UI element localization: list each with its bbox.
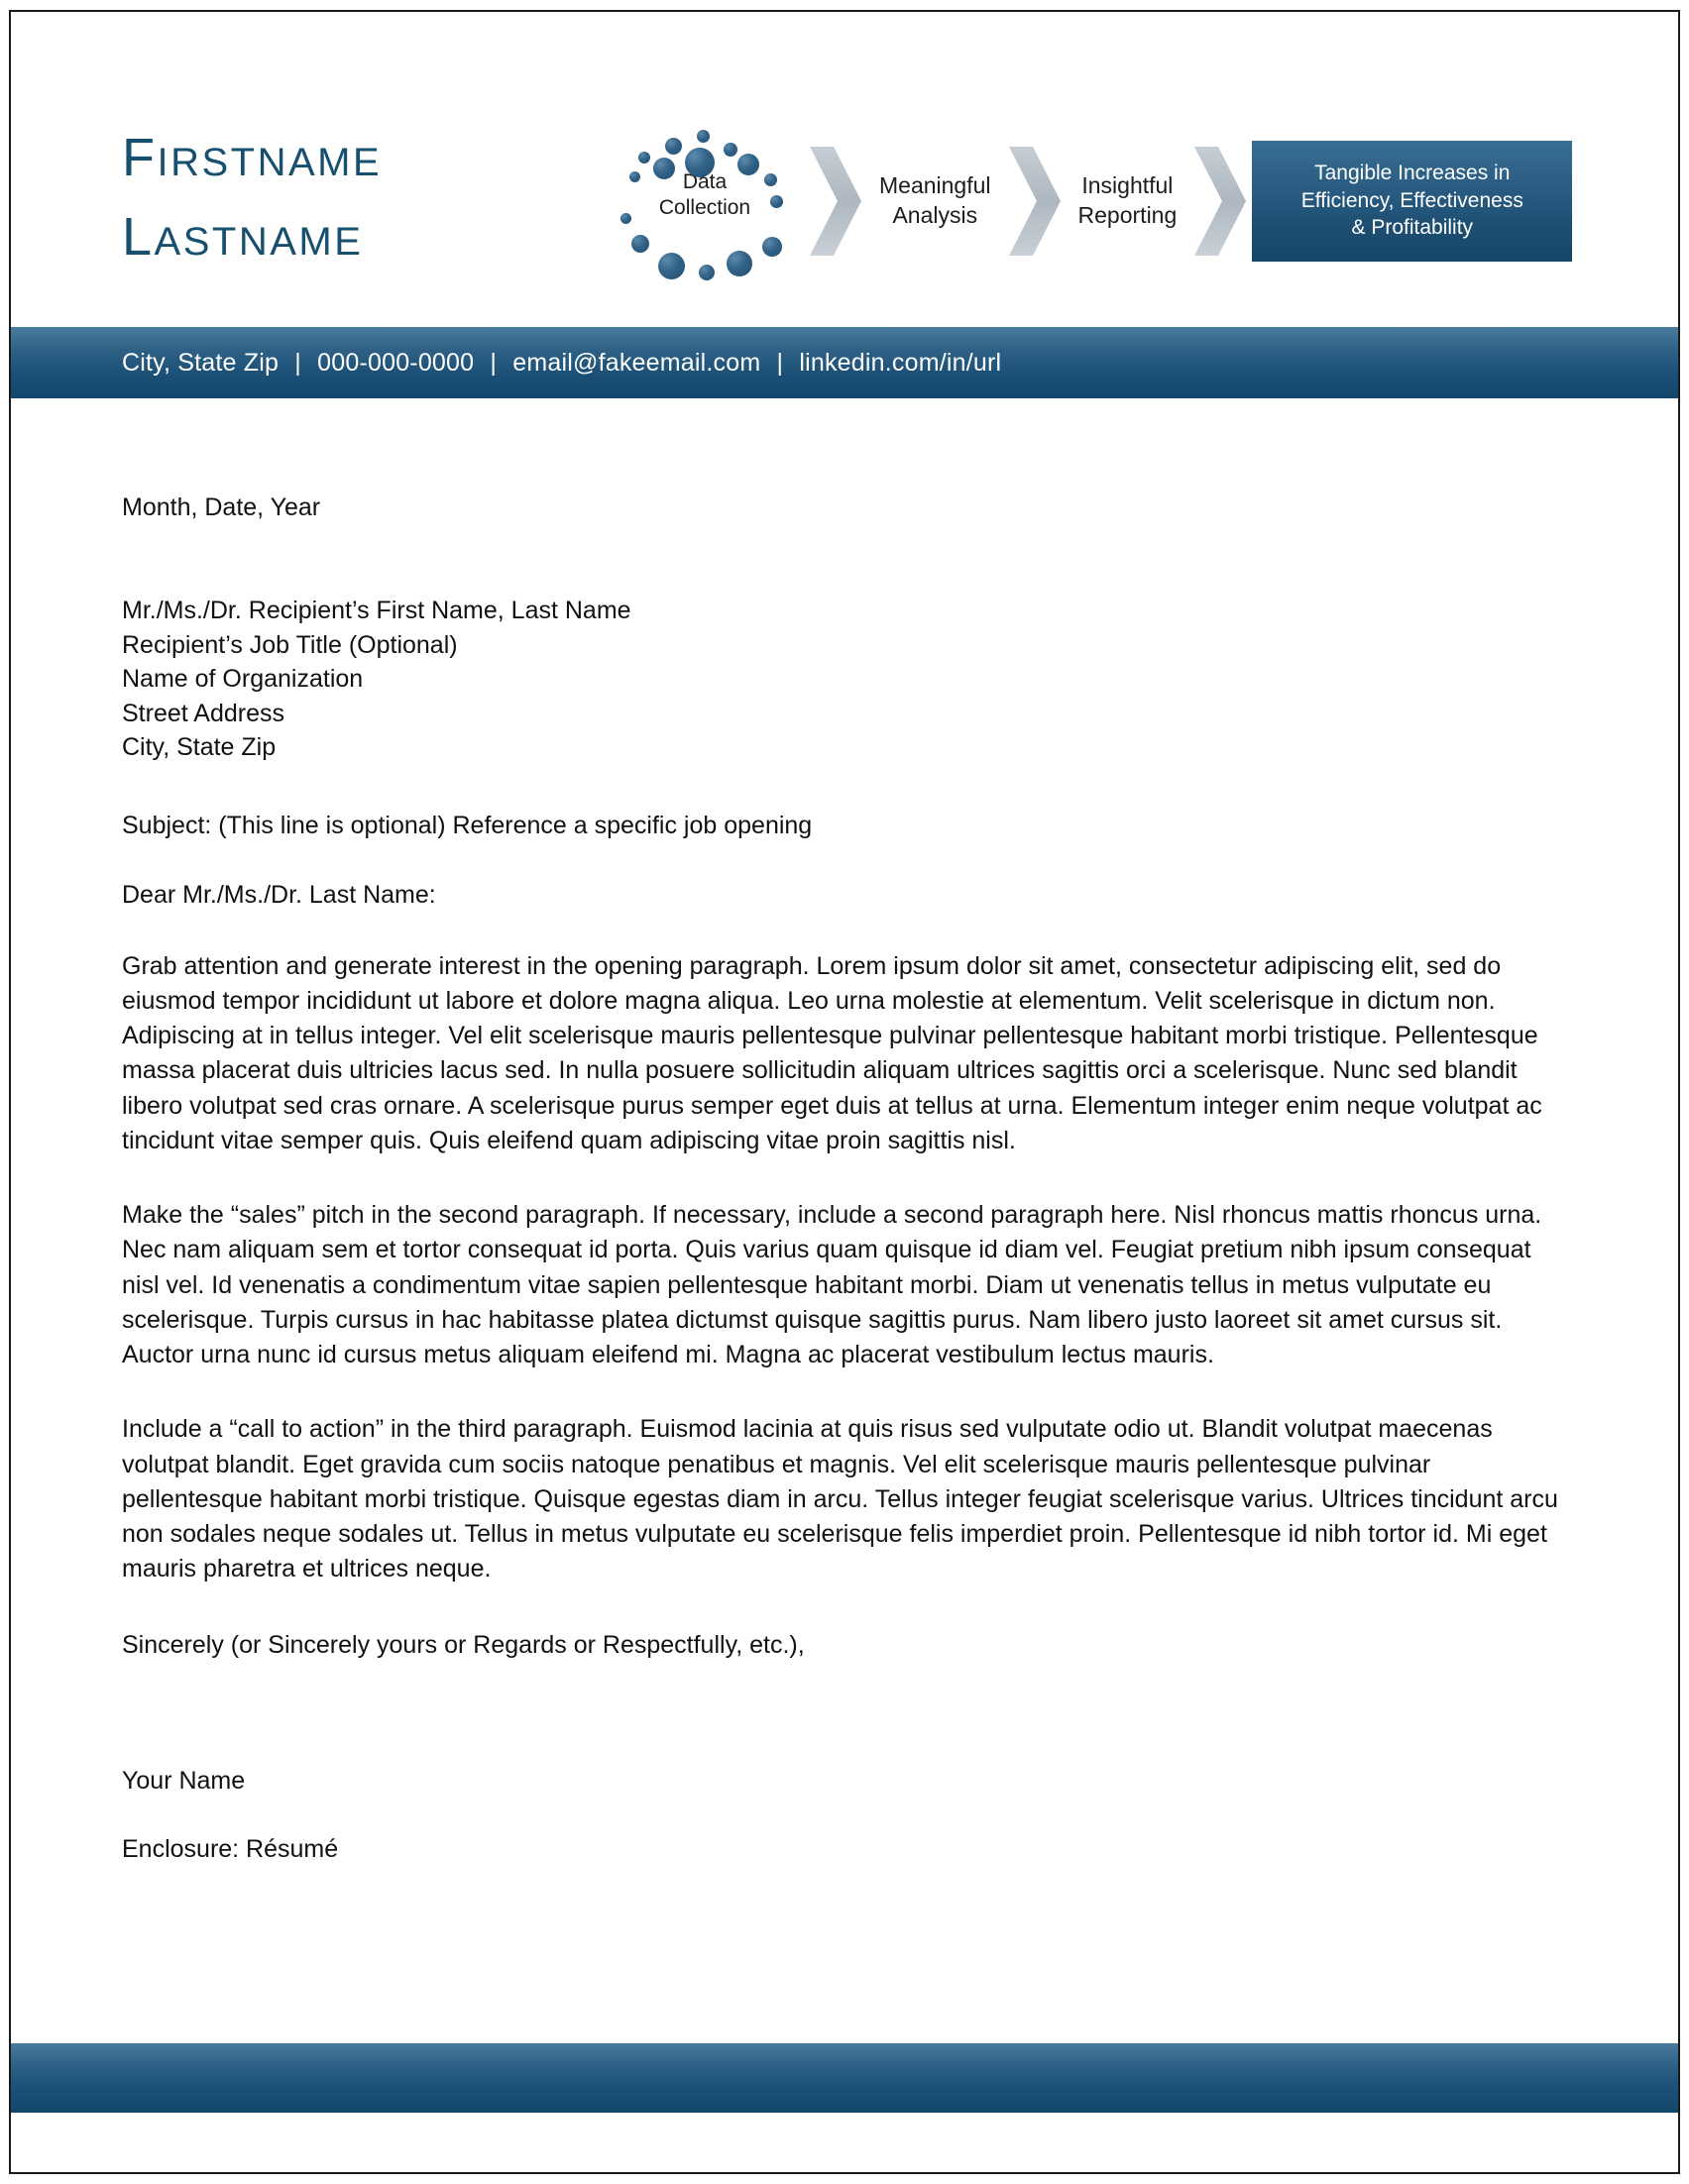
recipient-address-block: Mr./Ms./Dr. Recipient’s First Name, Last… [122, 594, 1561, 765]
name-block: FIRSTNAME LASTNAME [122, 131, 382, 264]
contact-bar-inner: City, State Zip | 000-000-0000 | email@f… [11, 349, 1001, 378]
recipient-job-title: Recipient’s Job Title (Optional) [122, 630, 458, 659]
recipient-street: Street Address [122, 699, 284, 727]
letter-header: FIRSTNAME LASTNAME Data Collection Meani… [11, 12, 1678, 327]
signature-name: Your Name [122, 1766, 246, 1795]
last-name: LASTNAME [122, 207, 364, 267]
chevron-arrow-icon [1192, 143, 1248, 260]
footer-bar [11, 2043, 1678, 2113]
recipient-city-state-zip: City, State Zip [122, 733, 277, 761]
ring-dot [762, 236, 782, 257]
ring-dot [770, 194, 783, 208]
subject-line: Subject: (This line is optional) Referen… [122, 811, 813, 839]
ring-dot [699, 264, 715, 280]
chevron-arrow-icon [808, 143, 863, 260]
letter-date: Month, Date, Year [122, 493, 321, 521]
contact-separator: | [776, 348, 784, 377]
first-name: FIRSTNAME [122, 128, 383, 187]
contact-bar: City, State Zip | 000-000-0000 | email@f… [11, 327, 1678, 398]
chevron-arrow-icon [1007, 143, 1063, 260]
contact-email[interactable]: email@fakeemail.com [512, 349, 760, 377]
recipient-organization: Name of Organization [122, 665, 364, 693]
ring-dot [653, 157, 675, 179]
contact-separator: | [294, 348, 301, 377]
result-line3: & Profitability [1351, 216, 1474, 240]
result-line2: Efficiency, Effectiveness [1300, 188, 1523, 212]
body-paragraph-3: Include a “call to action” in the third … [122, 1415, 1558, 1583]
process-graphic: Data Collection Meaningful Analysis Insi… [606, 126, 1573, 280]
salutation-line: Dear Mr./Ms./Dr. Last Name: [122, 880, 436, 909]
ring-dot [631, 234, 649, 253]
ring-dot [658, 252, 685, 279]
step2-line2: Analysis [892, 201, 978, 228]
ring-dot [620, 212, 631, 224]
body-paragraph-2: Make the “sales” pitch in the second par… [122, 1201, 1542, 1368]
ring-dot [697, 129, 710, 143]
closing-line: Sincerely (or Sincerely yours or Regards… [122, 1630, 805, 1659]
data-collection-dot-ring: Data Collection [606, 126, 804, 280]
recipient-name: Mr./Ms./Dr. Recipient’s First Name, Last… [122, 597, 631, 624]
contact-phone[interactable]: 000-000-0000 [317, 349, 474, 377]
enclosure-line: Enclosure: Résumé [122, 1834, 339, 1863]
contact-location: City, State Zip [122, 348, 280, 377]
ring-dot [724, 142, 737, 157]
letter-page: FIRSTNAME LASTNAME Data Collection Meani… [9, 10, 1680, 2174]
ring-dot [727, 250, 752, 276]
body-paragraph-1: Grab attention and generate interest in … [122, 951, 1542, 1154]
ring-dot [764, 172, 777, 186]
step-insightful-reporting: Insightful Reporting [1067, 171, 1189, 231]
result-line1: Tangible Increases in [1314, 161, 1511, 184]
letter-body: Month, Date, Year Mr./Ms./Dr. Recipient’… [11, 493, 1678, 1864]
step3-line1: Insightful [1081, 171, 1174, 198]
ring-dot [665, 137, 682, 155]
ring-dot [629, 170, 640, 182]
result-box: Tangible Increases in Efficiency, Effect… [1252, 140, 1573, 262]
step3-line2: Reporting [1077, 201, 1178, 228]
ring-dot [685, 147, 715, 177]
step-meaningful-analysis: Meaningful Analysis [867, 171, 1003, 231]
step2-line1: Meaningful [879, 171, 991, 198]
contact-separator: | [490, 348, 498, 377]
ring-dot [638, 151, 650, 164]
contact-linkedin[interactable]: linkedin.com/in/url [799, 349, 1001, 377]
ring-dot [737, 153, 759, 175]
